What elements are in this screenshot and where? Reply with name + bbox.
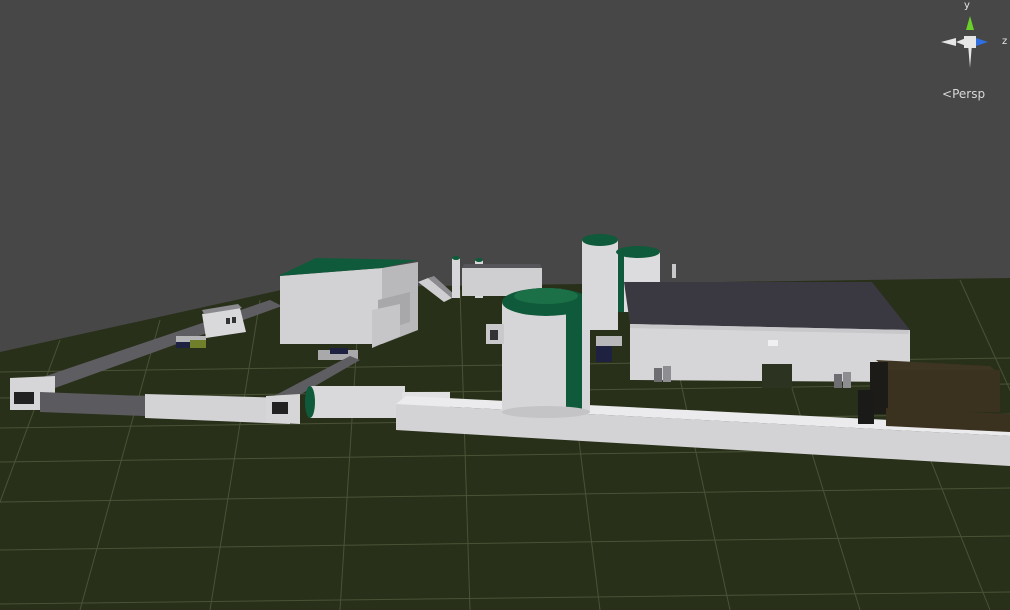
scene-viewport[interactable]: y z <Persp [0,0,1010,610]
projection-prefix: < [942,87,953,101]
hopper[interactable] [486,324,504,344]
axis-z-label: z [1002,36,1008,47]
small-building[interactable] [202,304,246,338]
axis-center-cube-icon[interactable] [964,36,976,48]
axis-y-icon[interactable] [966,16,974,30]
main-building[interactable] [278,258,418,348]
axis-z-icon[interactable] [976,38,988,46]
axis-x-icon[interactable] [941,38,956,46]
axis-gizmo[interactable] [930,0,1010,80]
truck-left[interactable] [176,336,206,348]
silo-front[interactable] [502,288,590,418]
3d-scene[interactable] [0,0,1010,610]
projection-label: Persp [952,87,986,101]
projection-toggle[interactable]: <Persp [942,87,985,101]
axis-y-label: y [964,0,970,11]
